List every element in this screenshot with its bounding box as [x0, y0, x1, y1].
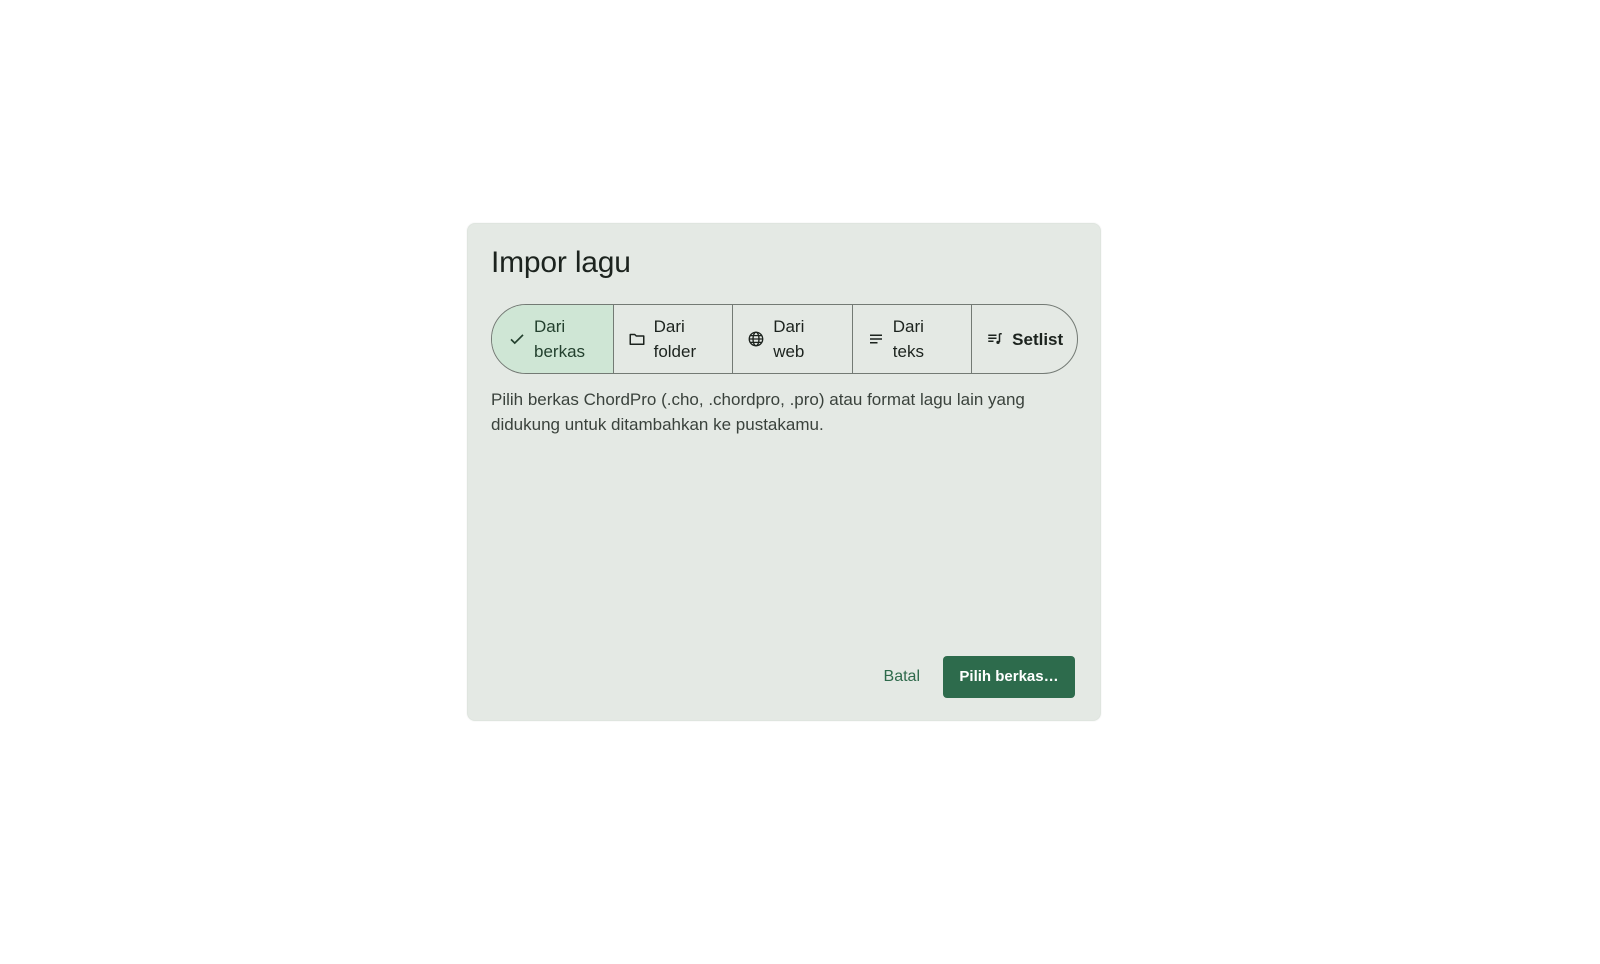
tab-label: Dari berkas: [534, 317, 586, 361]
tab-label: Setlist: [1012, 329, 1064, 349]
check-icon: [508, 330, 526, 348]
tab-label: Dari web: [773, 317, 805, 361]
import-source-segmented-control: Dari berkas Dari folder Dari web Dari te…: [491, 304, 1078, 374]
tab-setlist[interactable]: Setlist: [971, 305, 1077, 373]
tab-from-folder[interactable]: Dari folder: [612, 305, 733, 373]
tab-from-text[interactable]: Dari teks: [851, 305, 972, 373]
dialog-title: Impor lagu: [491, 246, 631, 279]
tab-from-file[interactable]: Dari berkas: [492, 305, 613, 373]
import-song-dialog: Impor lagu Dari berkas Dari folder Dari …: [467, 223, 1101, 721]
cancel-button[interactable]: Batal: [872, 656, 932, 698]
tab-label: Dari teks: [892, 317, 924, 361]
dialog-description: Pilih berkas ChordPro (.cho, .chordpro, …: [491, 390, 1025, 434]
choose-file-button[interactable]: Pilih berkas…: [943, 656, 1075, 698]
queue-music-icon: [986, 330, 1004, 348]
tab-from-web[interactable]: Dari web: [732, 305, 852, 373]
globe-icon: [747, 330, 765, 348]
tab-label: Dari folder: [653, 317, 697, 361]
text-lines-icon: [867, 330, 885, 348]
folder-icon: [628, 330, 646, 348]
